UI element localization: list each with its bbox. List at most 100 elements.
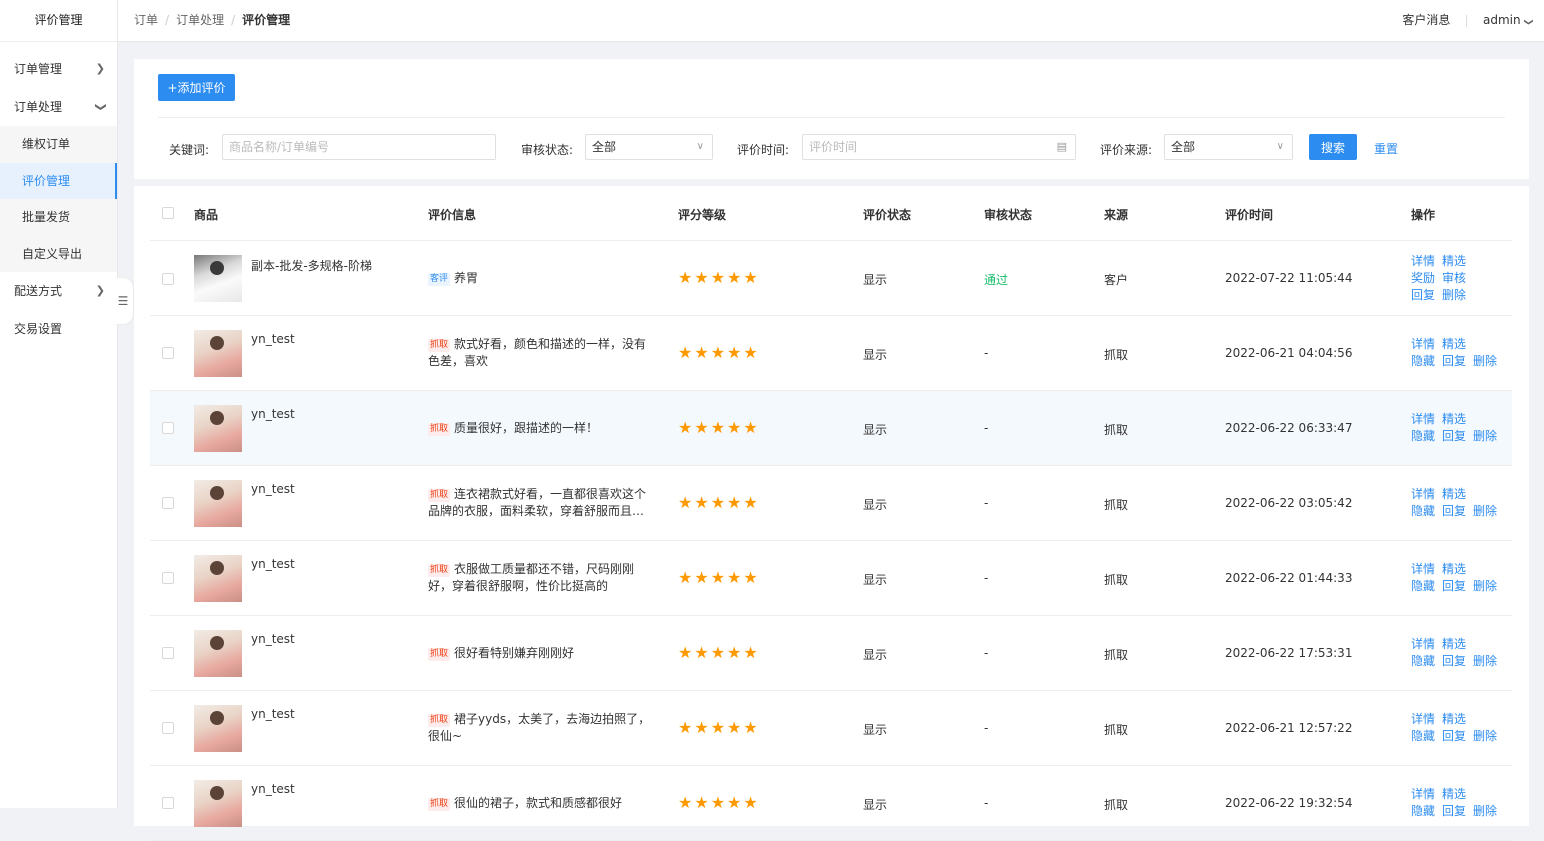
product-name[interactable]: yn_test [251, 782, 295, 796]
reply-link[interactable]: 回复 [1442, 354, 1466, 368]
product-name[interactable]: yn_test [251, 482, 295, 496]
reward-link[interactable]: 奖励 [1411, 271, 1435, 285]
reply-link[interactable]: 回复 [1442, 504, 1466, 518]
feature-link[interactable]: 精选 [1442, 337, 1466, 351]
add-review-button[interactable]: +添加评价 [158, 74, 235, 101]
reviews-table: 商品 评价信息 评分等级 评价状态 审核状态 来源 评价时间 操作 副本-批发-… [150, 186, 1512, 841]
row-checkbox[interactable] [162, 347, 174, 359]
breadcrumb-item[interactable]: 订单 [134, 13, 158, 27]
audit-status-select[interactable]: 全部 ∨ [585, 134, 713, 160]
review-source-select[interactable]: 全部 ∨ [1164, 134, 1293, 160]
menu-label: 配送方式 [14, 284, 63, 298]
review-source-tag: 客评 [428, 273, 451, 286]
delete-link[interactable]: 删除 [1473, 729, 1497, 743]
review-text: 裙子yyds，太美了，去海边拍照了，很仙~ [428, 712, 651, 743]
detail-link[interactable]: 详情 [1411, 412, 1435, 426]
detail-link[interactable]: 详情 [1411, 254, 1435, 268]
detail-link[interactable]: 详情 [1411, 787, 1435, 801]
review-info: 客评 养胃 [428, 270, 656, 287]
menu-item-delivery-methods[interactable]: 配送方式 ❯ [0, 272, 117, 310]
column-header-audit-status: 审核状态 [984, 208, 1033, 222]
row-checkbox[interactable] [162, 647, 174, 659]
detail-link[interactable]: 详情 [1411, 712, 1435, 726]
filter-divider [158, 117, 1505, 118]
column-header-review-info: 评价信息 [428, 208, 477, 222]
feature-link[interactable]: 精选 [1442, 254, 1466, 268]
menu-item-trade-settings[interactable]: 交易设置 [0, 310, 117, 348]
select-all-checkbox[interactable] [162, 207, 174, 219]
chevron-down-icon: ❯ [1523, 18, 1534, 26]
submenu-item-review-management[interactable]: 评价管理 [0, 162, 117, 199]
submenu-item-rights-orders[interactable]: 维权订单 [0, 126, 117, 163]
customer-messages-link[interactable]: 客户消息 [1402, 13, 1450, 27]
column-header-product: 商品 [194, 208, 219, 222]
product-name[interactable]: yn_test [251, 332, 295, 346]
row-checkbox[interactable] [162, 722, 174, 734]
delete-link[interactable]: 删除 [1473, 654, 1497, 668]
audit-link[interactable]: 审核 [1442, 271, 1466, 285]
delete-link[interactable]: 删除 [1442, 288, 1466, 302]
review-text: 连衣裙款式好看，一直都很喜欢这个品牌的衣服，面料柔软，穿着舒服而且十分显瘦 [428, 487, 656, 518]
calendar-icon: ▤ [1056, 140, 1067, 153]
feature-link[interactable]: 精选 [1442, 637, 1466, 651]
delete-link[interactable]: 删除 [1473, 504, 1497, 518]
keyword-input[interactable]: 商品名称/订单编号 [222, 134, 496, 160]
review-time: 2022-06-21 04:04:56 [1225, 346, 1353, 360]
submenu-item-batch-shipping[interactable]: 批量发货 [0, 199, 117, 236]
detail-link[interactable]: 详情 [1411, 337, 1435, 351]
review-source-tag: 抓取 [428, 489, 451, 502]
product-name[interactable]: yn_test [251, 707, 295, 721]
detail-link[interactable]: 详情 [1411, 562, 1435, 576]
delete-link[interactable]: 删除 [1473, 804, 1497, 818]
row-checkbox[interactable] [162, 497, 174, 509]
hide-link[interactable]: 隐藏 [1411, 579, 1435, 593]
menu-item-order-processing[interactable]: 订单处理 ❯ [0, 88, 117, 126]
delete-link[interactable]: 删除 [1473, 429, 1497, 443]
reply-link[interactable]: 回复 [1442, 579, 1466, 593]
breadcrumb-separator: / [165, 13, 170, 27]
hide-link[interactable]: 隐藏 [1411, 429, 1435, 443]
user-menu[interactable]: admin ❯ [1483, 13, 1533, 27]
reply-link[interactable]: 回复 [1442, 729, 1466, 743]
row-checkbox[interactable] [162, 797, 174, 809]
row-checkbox[interactable] [162, 273, 174, 285]
review-time-picker[interactable]: 评价时间 ▤ [802, 134, 1076, 160]
review-status: 显示 [863, 498, 888, 512]
feature-link[interactable]: 精选 [1442, 412, 1466, 426]
hide-link[interactable]: 隐藏 [1411, 504, 1435, 518]
reset-link[interactable]: 重置 [1374, 140, 1398, 157]
rating-stars: ★★★★★ [678, 718, 760, 737]
feature-link[interactable]: 精选 [1442, 487, 1466, 501]
audit-status-label: 审核状态: [521, 143, 574, 157]
product-name[interactable]: yn_test [251, 632, 295, 646]
menu-item-order-management[interactable]: 订单管理 ❯ [0, 50, 117, 88]
delete-link[interactable]: 删除 [1473, 354, 1497, 368]
breadcrumb-item[interactable]: 订单处理 [176, 13, 224, 27]
feature-link[interactable]: 精选 [1442, 562, 1466, 576]
review-info: 抓取 款式好看，颜色和描述的一样，没有色差，喜欢 [428, 336, 656, 370]
product-name[interactable]: yn_test [251, 557, 295, 571]
reply-link[interactable]: 回复 [1411, 288, 1435, 302]
search-button[interactable]: 搜索 [1309, 134, 1357, 160]
delete-link[interactable]: 删除 [1473, 579, 1497, 593]
audit-status: - [984, 721, 989, 735]
sidebar-collapse-handle[interactable]: ☰ [113, 278, 133, 324]
feature-link[interactable]: 精选 [1442, 712, 1466, 726]
hide-link[interactable]: 隐藏 [1411, 654, 1435, 668]
reply-link[interactable]: 回复 [1442, 804, 1466, 818]
feature-link[interactable]: 精选 [1442, 787, 1466, 801]
submenu-item-custom-export[interactable]: 自定义导出 [0, 236, 117, 273]
hide-link[interactable]: 隐藏 [1411, 354, 1435, 368]
row-checkbox[interactable] [162, 572, 174, 584]
hide-link[interactable]: 隐藏 [1411, 729, 1435, 743]
row-checkbox[interactable] [162, 422, 174, 434]
reply-link[interactable]: 回复 [1442, 654, 1466, 668]
hide-link[interactable]: 隐藏 [1411, 804, 1435, 818]
detail-link[interactable]: 详情 [1411, 487, 1435, 501]
product-name[interactable]: 副本-批发-多规格-阶梯 [251, 257, 372, 274]
detail-link[interactable]: 详情 [1411, 637, 1435, 651]
product-name[interactable]: yn_test [251, 407, 295, 421]
audit-status-value: 全部 [592, 140, 617, 154]
reply-link[interactable]: 回复 [1442, 429, 1466, 443]
review-info: 抓取 裙子yyds，太美了，去海边拍照了，很仙~ [428, 711, 656, 745]
